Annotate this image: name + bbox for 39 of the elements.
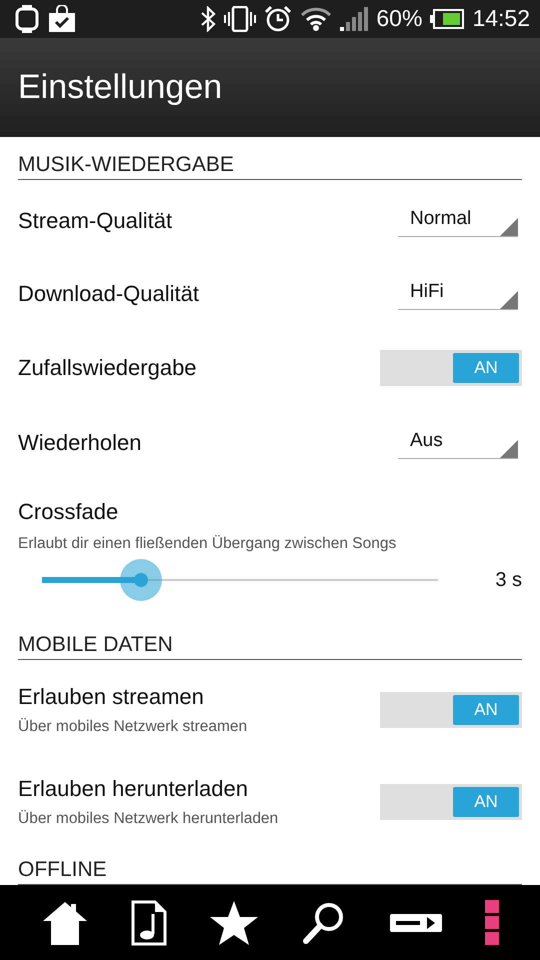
setting-label: Erlauben herunterladen [18, 776, 249, 802]
setting-description: Erlaubt dir einen fließenden Übergang zwischen Songs [18, 535, 398, 554]
overflow-menu-icon[interactable] [484, 900, 498, 946]
corner-triangle-icon [500, 291, 518, 310]
corner-triangle-icon [500, 218, 518, 236]
setting-label: Crossfade [18, 499, 120, 526]
battery-icon [430, 8, 464, 29]
setting-label: Download-Qualität [18, 280, 199, 307]
star-icon[interactable] [210, 900, 258, 945]
battery-percentage: 60% [376, 5, 422, 32]
clock-time: 14:52 [472, 5, 530, 32]
dropdown[interactable]: Normal [398, 204, 518, 238]
section-header: MUSIK-WIEDERGABE [18, 153, 522, 180]
switch-knob: AN [453, 787, 519, 818]
playlist-bar-icon[interactable] [390, 914, 442, 932]
watch-icon [14, 4, 40, 34]
slider-value: 3 s [495, 568, 522, 592]
dropdown[interactable]: Aus [398, 426, 518, 460]
setting-label: Wiederholen [18, 430, 142, 456]
signal-icon [340, 6, 368, 32]
setting-label: Zufallswiedergabe [18, 355, 197, 382]
setting-label: Stream-Qualität [18, 208, 172, 234]
vibrate-icon [224, 6, 256, 32]
section-header: MOBILE DATEN [18, 633, 522, 660]
switch-knob: AN [453, 353, 519, 384]
music-file-icon[interactable] [130, 900, 166, 946]
bluetooth-icon [200, 6, 216, 32]
shopping-bag-icon [48, 4, 76, 33]
slider-thumb[interactable] [120, 559, 162, 602]
home-icon[interactable] [42, 900, 88, 945]
setting-description: Über mobiles Netzwerk streamen [18, 718, 248, 736]
switch-knob: AN [453, 695, 519, 726]
alarm-icon [264, 4, 292, 33]
wifi-icon [300, 6, 332, 32]
page-title: Einstellungen [18, 68, 222, 108]
setting-label: Erlauben streamen [18, 684, 205, 710]
dropdown[interactable]: HiFi [398, 277, 518, 310]
setting-description: Über mobiles Netzwerk herunterladen [18, 810, 278, 828]
corner-triangle-icon [500, 440, 518, 458]
